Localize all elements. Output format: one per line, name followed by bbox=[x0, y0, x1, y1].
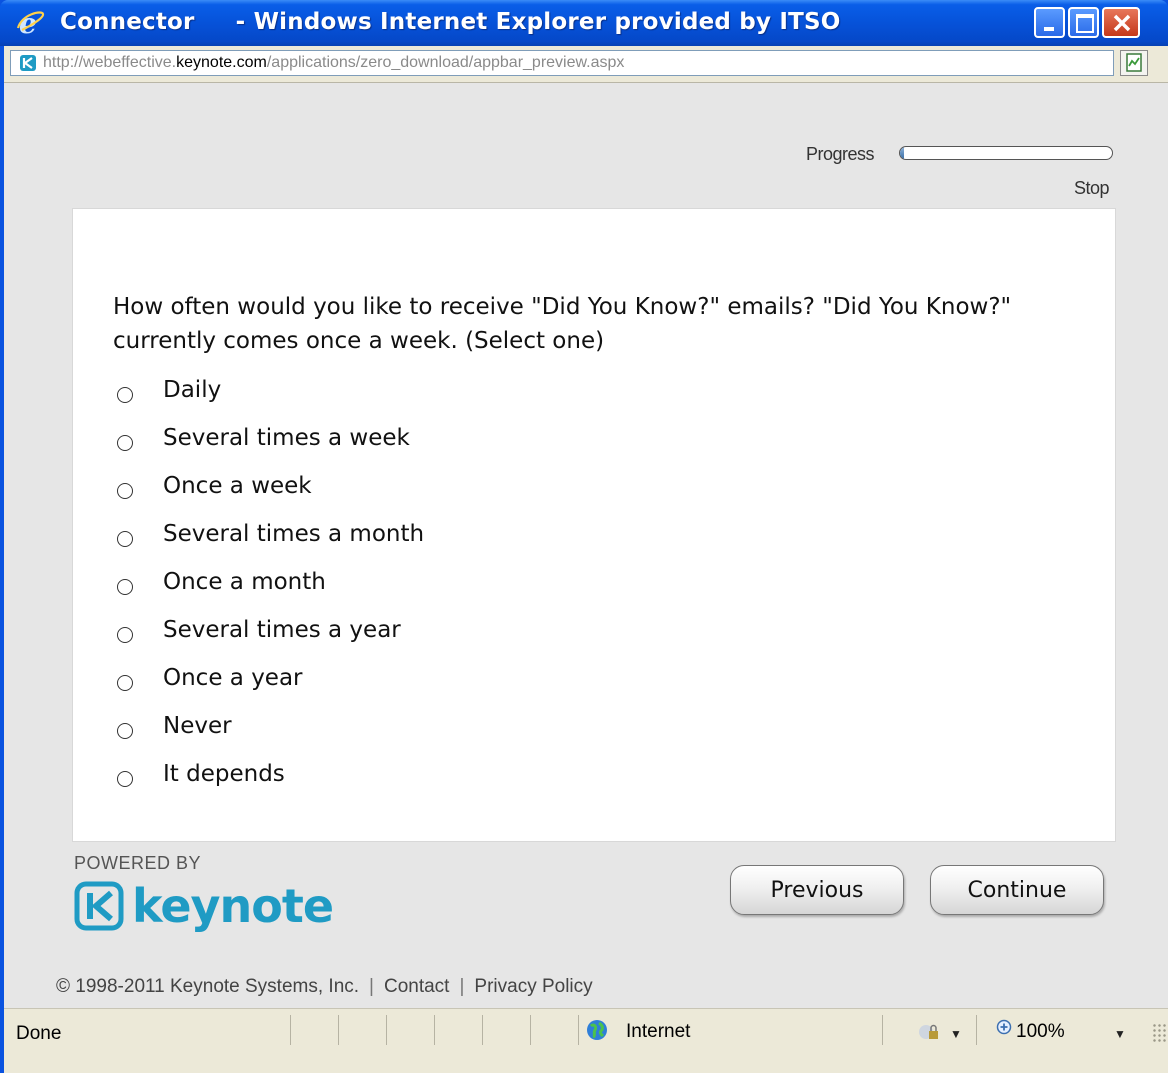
compatibility-view-button[interactable] bbox=[1120, 50, 1148, 76]
radio-button[interactable] bbox=[117, 483, 133, 499]
status-divider bbox=[976, 1015, 977, 1045]
option-label[interactable]: Several times a month bbox=[163, 520, 424, 548]
close-button[interactable] bbox=[1102, 7, 1140, 38]
option-it-depends[interactable]: It depends bbox=[113, 760, 424, 808]
title-bar[interactable]: e Connector - Windows Internet Explorer … bbox=[0, 0, 1168, 46]
zoom-icon[interactable] bbox=[996, 1019, 1016, 1039]
radio-button[interactable] bbox=[117, 771, 133, 787]
radio-button[interactable] bbox=[117, 579, 133, 595]
copyright-text: © 1998-2011 Keynote Systems, Inc. bbox=[56, 976, 360, 997]
status-divider bbox=[386, 1015, 387, 1045]
option-label[interactable]: Several times a week bbox=[163, 424, 410, 452]
footer-separator: | bbox=[369, 976, 374, 997]
ie-logo-icon: e bbox=[16, 8, 45, 38]
maximize-button[interactable] bbox=[1068, 7, 1099, 38]
status-divider bbox=[882, 1015, 883, 1045]
question-text: How often would you like to receive "Did… bbox=[113, 294, 1012, 354]
status-divider bbox=[434, 1015, 435, 1045]
page-footer: © 1998-2011 Keynote Systems, Inc. | Contac… bbox=[56, 976, 593, 998]
option-label[interactable]: Several times a year bbox=[163, 616, 401, 644]
keynote-logo: keynote bbox=[74, 878, 334, 934]
radio-button[interactable] bbox=[117, 675, 133, 691]
minimize-button[interactable] bbox=[1034, 7, 1065, 38]
answer-options: Daily Several times a week Once a week S… bbox=[113, 376, 424, 808]
radio-button[interactable] bbox=[117, 723, 133, 739]
progress-fill bbox=[900, 147, 905, 159]
security-zone-label: Internet bbox=[626, 1021, 691, 1042]
option-label[interactable]: It depends bbox=[163, 760, 285, 788]
status-bar: Done Internet ▼ 100% ▼ bbox=[4, 1008, 1168, 1073]
survey-card: How often would you like to receive "Did… bbox=[72, 208, 1116, 842]
radio-button[interactable] bbox=[117, 435, 133, 451]
keynote-favicon-icon bbox=[20, 55, 36, 71]
option-label[interactable]: Once a week bbox=[163, 472, 312, 500]
progress-label: Progress bbox=[806, 144, 875, 164]
continue-button[interactable]: Continue bbox=[930, 865, 1104, 915]
powered-by-label: POWERED BY bbox=[74, 853, 202, 873]
option-several-times-a-week[interactable]: Several times a week bbox=[113, 424, 424, 472]
option-several-times-a-year[interactable]: Several times a year bbox=[113, 616, 424, 664]
window-title: Connector - Windows Internet Explorer pr… bbox=[60, 9, 841, 35]
address-field[interactable]: http://webeffective.keynote.com/applicat… bbox=[10, 50, 1114, 76]
status-divider bbox=[338, 1015, 339, 1045]
status-divider bbox=[530, 1015, 531, 1045]
option-label[interactable]: Once a month bbox=[163, 568, 326, 596]
chevron-down-icon[interactable]: ▼ bbox=[950, 1027, 962, 1041]
option-never[interactable]: Never bbox=[113, 712, 424, 760]
contact-link[interactable]: Contact bbox=[384, 976, 449, 997]
progress-bar bbox=[899, 146, 1113, 160]
close-icon bbox=[1113, 14, 1131, 32]
option-daily[interactable]: Daily bbox=[113, 376, 424, 424]
option-several-times-a-month[interactable]: Several times a month bbox=[113, 520, 424, 568]
option-once-a-month[interactable]: Once a month bbox=[113, 568, 424, 616]
globe-icon bbox=[587, 1020, 607, 1040]
option-once-a-week[interactable]: Once a week bbox=[113, 472, 424, 520]
logo-wordmark: keynote bbox=[132, 879, 334, 933]
privacy-policy-link[interactable]: Privacy Policy bbox=[474, 976, 592, 997]
page-content: Progress Stop How often would you like t… bbox=[4, 83, 1168, 1008]
status-divider bbox=[290, 1015, 291, 1045]
option-label[interactable]: Never bbox=[163, 712, 232, 740]
status-text: Done bbox=[16, 1023, 62, 1044]
address-url: http://webeffective.keynote.com/applicat… bbox=[43, 54, 625, 71]
chevron-down-icon[interactable]: ▼ bbox=[1114, 1027, 1126, 1041]
protected-mode-icon[interactable] bbox=[918, 1023, 940, 1041]
address-bar: http://webeffective.keynote.com/applicat… bbox=[4, 46, 1168, 83]
zoom-level[interactable]: 100% bbox=[1016, 1021, 1065, 1043]
stop-link[interactable]: Stop bbox=[1074, 178, 1110, 199]
previous-button[interactable]: Previous bbox=[730, 865, 904, 915]
option-label[interactable]: Once a year bbox=[163, 664, 303, 692]
radio-button[interactable] bbox=[117, 531, 133, 547]
compatibility-view-icon bbox=[1126, 53, 1142, 72]
resize-grip-icon[interactable] bbox=[1152, 1023, 1166, 1043]
footer-separator: | bbox=[459, 976, 465, 997]
status-divider bbox=[578, 1015, 579, 1045]
browser-frame: http://webeffective.keynote.com/applicat… bbox=[4, 46, 1168, 1073]
option-label[interactable]: Daily bbox=[163, 376, 221, 404]
option-once-a-year[interactable]: Once a year bbox=[113, 664, 424, 712]
status-divider bbox=[482, 1015, 483, 1045]
keynote-logo-icon bbox=[74, 881, 124, 931]
radio-button[interactable] bbox=[117, 627, 133, 643]
radio-button[interactable] bbox=[117, 387, 133, 403]
